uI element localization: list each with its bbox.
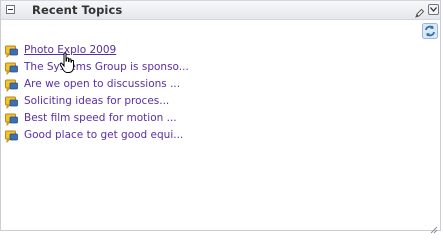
topic-link[interactable]: Are we open to discussions ...	[24, 76, 180, 93]
resize-grip-icon[interactable]	[429, 219, 438, 234]
topic-link[interactable]: The Systems Group is sponso...	[24, 59, 189, 76]
discussion-topic-icon	[5, 95, 18, 109]
topic-link[interactable]: Best film speed for motion ...	[24, 110, 177, 127]
portlet-header: Recent Topics	[1, 0, 440, 20]
topic-link[interactable]: Photo Explo 2009	[24, 42, 116, 59]
discussion-topic-icon	[5, 61, 18, 75]
collapse-icon[interactable]	[6, 5, 15, 14]
recent-topics-portlet: Recent Topics Photo Explo 2009 The Syste…	[0, 0, 441, 234]
topic-link[interactable]: Soliciting ideas for proces...	[24, 93, 169, 110]
discussion-topic-icon	[5, 129, 18, 143]
pencil-icon[interactable]	[414, 4, 425, 18]
chevron-down-icon[interactable]	[428, 4, 439, 15]
discussion-topic-icon	[5, 112, 18, 126]
discussion-topic-icon	[5, 44, 18, 58]
refresh-icon[interactable]	[422, 23, 438, 39]
portlet-title: Recent Topics	[32, 3, 123, 17]
discussion-topic-icon	[5, 78, 18, 92]
topic-link[interactable]: Good place to get good equi...	[24, 127, 183, 144]
